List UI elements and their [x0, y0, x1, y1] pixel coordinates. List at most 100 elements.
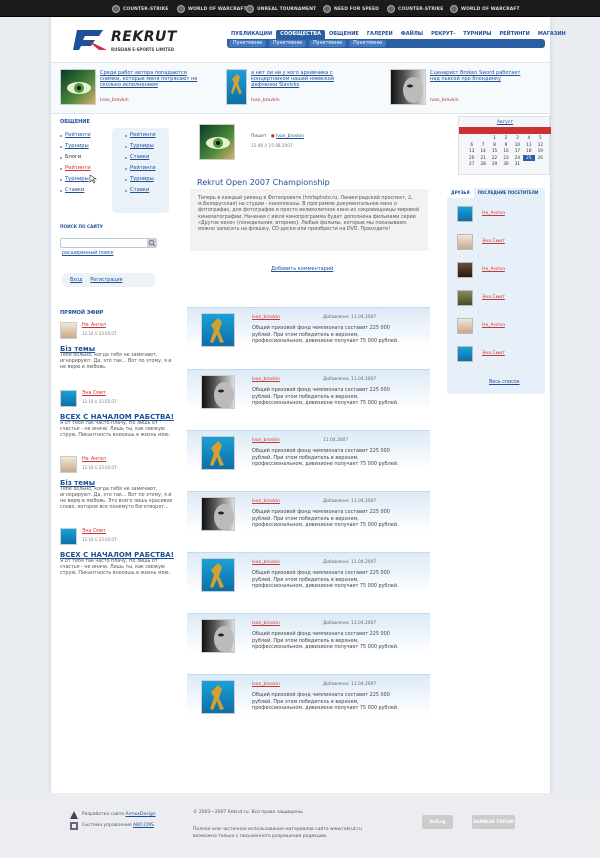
live-avatar[interactable]	[60, 322, 77, 339]
calendar-month[interactable]: Август	[459, 120, 551, 125]
subnav-item[interactable]: Пунктменю	[269, 40, 307, 47]
subnav-item[interactable]: Пунктменю	[349, 40, 387, 47]
live-avatar[interactable]	[60, 390, 77, 407]
feed-author[interactable]: Ivan_brovkin	[251, 98, 280, 103]
comment-photo[interactable]	[201, 680, 235, 714]
game-link-nfs[interactable]: NEED FOR SPEED	[323, 4, 379, 14]
friend-name[interactable]: Не_Ангел	[482, 211, 505, 216]
game-link-cs2[interactable]: COUNTER-STRIKE	[387, 4, 443, 14]
comment-photo[interactable]	[201, 558, 235, 592]
game-link-ut[interactable]: UNREAL TOURNAMENT	[246, 4, 316, 14]
feed-link[interactable]: а нет ли ни у кого архивчика с концертни…	[251, 70, 351, 88]
live-author[interactable]: Эна Смит	[82, 529, 106, 534]
menu-item[interactable]: Рейтинги	[60, 130, 91, 141]
nav-communities[interactable]: СООБЩЕСТВА	[276, 30, 325, 39]
article-author[interactable]: Ivan_brovkin	[276, 134, 304, 139]
live-title[interactable]: ВСЕХ С НАЧАЛОМ РАБСТВА!	[60, 551, 174, 559]
advanced-search-link[interactable]: расширенный поиск	[62, 251, 114, 256]
menu-item[interactable]: Турниры	[60, 141, 91, 152]
subnav-item[interactable]: Пунктменю	[229, 40, 267, 47]
friend-name[interactable]: Не_Ангел	[482, 267, 505, 272]
rambler-counter[interactable]: RAMBLER TOP100	[472, 815, 515, 829]
search-button[interactable]	[147, 238, 157, 248]
hotlog-counter[interactable]: HotLog	[422, 815, 453, 829]
tab-visitors[interactable]: ПОСЛЕДНИЕ ПОСЕТИТЕЛИ	[474, 188, 543, 198]
footer-cms-link[interactable]: ABO.CMS	[133, 823, 154, 828]
friend-name[interactable]: Не_Ангел	[482, 323, 505, 328]
feed-link[interactable]: Среди работ автора попадаются снимки, ко…	[100, 70, 200, 88]
comment-photo[interactable]	[201, 375, 235, 409]
comment-author[interactable]: Ivan_brovkin	[252, 621, 280, 626]
register-link[interactable]: Регистрация	[90, 278, 122, 283]
friend-avatar[interactable]	[457, 346, 473, 362]
friend-avatar[interactable]	[457, 290, 473, 306]
live-avatar[interactable]	[60, 528, 77, 545]
friend-avatar[interactable]	[457, 262, 473, 278]
menu-item[interactable]: Ставки	[60, 185, 91, 196]
menu-item[interactable]: Турниры	[125, 141, 156, 152]
live-avatar[interactable]	[60, 456, 77, 473]
friend-name[interactable]: Эна Смит	[482, 295, 505, 300]
menu-item[interactable]: Турниры	[60, 174, 91, 185]
search-input[interactable]	[60, 238, 156, 248]
calendar-day[interactable]: 29	[489, 161, 500, 168]
feed-link[interactable]: Сценарист Broken Sword работает над пьес…	[430, 70, 530, 82]
live-author[interactable]: Эна Смит	[82, 391, 106, 396]
friend-name[interactable]: Эна Смит	[482, 351, 505, 356]
comment-photo[interactable]	[201, 313, 235, 347]
friend-name[interactable]: Эна Смит	[482, 239, 505, 244]
menu-item[interactable]: Ставки	[125, 185, 156, 196]
calendar-day[interactable]: 30	[500, 161, 511, 168]
feed-thumb[interactable]	[226, 69, 247, 105]
feed-thumb[interactable]	[60, 69, 96, 105]
add-comment-link[interactable]: Добавить комментарий	[271, 266, 333, 272]
menu-item[interactable]: Ставки	[125, 152, 156, 163]
feed-thumb[interactable]	[390, 69, 426, 105]
game-link-cs[interactable]: COUNTER-STRIKE	[112, 4, 168, 14]
nav-tournaments[interactable]: ТУРНИРЫ	[459, 30, 495, 39]
comment-author[interactable]: Ivan_brovkin	[252, 438, 280, 443]
friend-avatar[interactable]	[457, 206, 473, 222]
menu-item[interactable]: Турниры	[125, 174, 156, 185]
site-logo[interactable]: REKRUT RUSSIAN E-SPORTS LIMITED	[73, 26, 183, 56]
comment-photo[interactable]	[201, 497, 235, 531]
menu-item[interactable]: Рейтинги	[60, 163, 91, 174]
nav-shop[interactable]: МАГАЗИН	[534, 30, 570, 39]
comment-photo[interactable]	[201, 619, 235, 653]
comment-author[interactable]: Ivan_brovkin	[252, 315, 280, 320]
live-title[interactable]: Бiз темы	[60, 345, 95, 353]
calendar-day[interactable]: 27	[466, 161, 477, 168]
nav-files[interactable]: ФАЙЛЫ	[397, 30, 427, 39]
menu-item[interactable]: Рейтинги	[125, 163, 156, 174]
tab-friends[interactable]: ДРУЗЬЯ	[447, 188, 474, 198]
all-friends-link[interactable]: Весь список	[489, 380, 520, 385]
article-image[interactable]	[199, 124, 235, 160]
comment-author[interactable]: Ivan_brovkin	[252, 560, 280, 565]
calendar-day[interactable]: 31	[512, 161, 523, 168]
comment-photo[interactable]	[201, 436, 235, 470]
comment-author[interactable]: Ivan_brovkin	[252, 682, 280, 687]
comment-author[interactable]: Ivan_brovkin	[252, 499, 280, 504]
feed-author[interactable]: Ivan_brovkin	[100, 98, 129, 103]
feed-author[interactable]: Ivan_brovkin	[430, 98, 459, 103]
nav-ratings[interactable]: РЕЙТИНГИ	[495, 30, 533, 39]
live-author[interactable]: Не_Ангел	[82, 323, 106, 328]
menu-item-active[interactable]: Блоги	[60, 152, 91, 163]
live-author[interactable]: Не_Ангел	[82, 457, 106, 462]
friend-avatar[interactable]	[457, 318, 473, 334]
calendar-day[interactable]: 28	[477, 161, 488, 168]
subnav-item[interactable]: Пунктменю	[309, 40, 347, 47]
live-title[interactable]: Бiз темы	[60, 479, 95, 487]
friend-avatar[interactable]	[457, 234, 473, 250]
nav-galleries[interactable]: ГАЛЕРЕИ	[363, 30, 397, 39]
live-title[interactable]: ВСЕХ С НАЧАЛОМ РАБСТВА!	[60, 413, 174, 421]
nav-chat[interactable]: ОБЩЕНИЕ	[325, 30, 363, 39]
comment-author[interactable]: Ivan_brovkin	[252, 377, 280, 382]
game-link-wow2[interactable]: WORLD OF WARCRAFT	[450, 4, 520, 14]
login-link[interactable]: Вход	[70, 278, 82, 283]
nav-rekrut-tv[interactable]: РЕКРУТ-ТВ	[427, 30, 459, 46]
nav-publications[interactable]: ПУБЛИКАЦИИ	[227, 30, 276, 39]
menu-item[interactable]: Рейтинги	[125, 130, 156, 141]
game-link-wow[interactable]: WORLD OF WARCRAFT	[177, 4, 247, 14]
footer-dev-link[interactable]: ArmoxDesign	[126, 812, 156, 817]
